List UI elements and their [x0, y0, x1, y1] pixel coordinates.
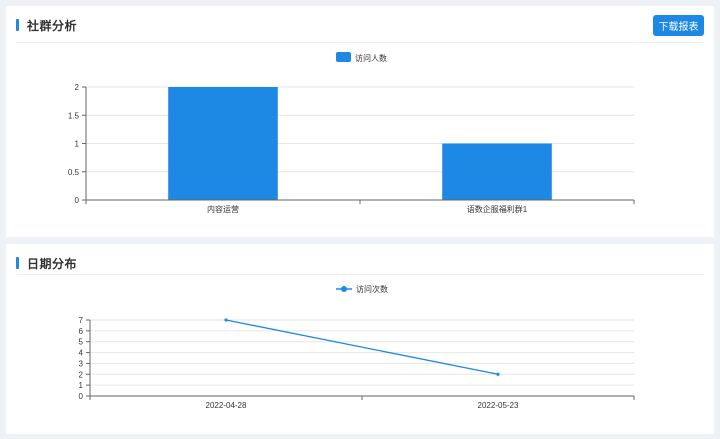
data-point[interactable] [496, 372, 500, 376]
y-tick-label: 6 [79, 327, 84, 336]
x-tick-label: 2022-04-28 [206, 401, 247, 410]
bar-chart-legend[interactable]: 访问人数 [336, 52, 387, 63]
y-tick-label: 7 [79, 316, 84, 325]
line-chart-legend[interactable]: 访问次数 [336, 284, 388, 294]
legend-label-visits: 访问次数 [356, 284, 388, 294]
y-tick-label: 1 [75, 140, 80, 149]
y-tick-label: 0 [75, 196, 80, 205]
bar[interactable] [168, 87, 278, 200]
date-distribution-panel: 日期分布 01234567 2022-04-28 2022-05-23 访问次数 [6, 244, 714, 434]
y-tick-label: 4 [79, 349, 84, 358]
y-tick-label: 3 [79, 359, 84, 368]
y-tick-label: 2 [75, 83, 80, 92]
y-tick-label: 0.5 [68, 168, 80, 177]
community-bar-chart: 0 0.5 1 1.5 2 内容运营 语数企服福利群1 访问人数 [68, 52, 635, 214]
y-tick-label: 0 [79, 392, 84, 401]
y-tick-label: 1.5 [68, 111, 80, 120]
date-line-chart: 0 1 2 34 5 6 7 2022-04-28 2022-05-23 访问次数 [79, 284, 635, 410]
x-tick-label: 内容运营 [207, 204, 239, 214]
series-line-visits [225, 319, 499, 375]
legend-label-visitors: 访问人数 [355, 53, 387, 63]
x-tick-label: 语数企服福利群1 [467, 204, 528, 214]
y-tick-label: 5 [79, 338, 84, 347]
bar[interactable] [442, 143, 552, 201]
y-tick-label: 1 [79, 381, 84, 390]
community-analysis-panel: 社群分析 下载报表 0 0.5 1 1.5 2 内容运营 语数企服福利群1 访问人数 [6, 6, 714, 237]
y-tick-label: 2 [79, 370, 84, 379]
x-tick-label: 2022-05-23 [478, 401, 519, 410]
legend-dot-visits [341, 286, 347, 292]
legend-swatch-visits [336, 52, 351, 62]
data-point[interactable] [224, 318, 228, 322]
